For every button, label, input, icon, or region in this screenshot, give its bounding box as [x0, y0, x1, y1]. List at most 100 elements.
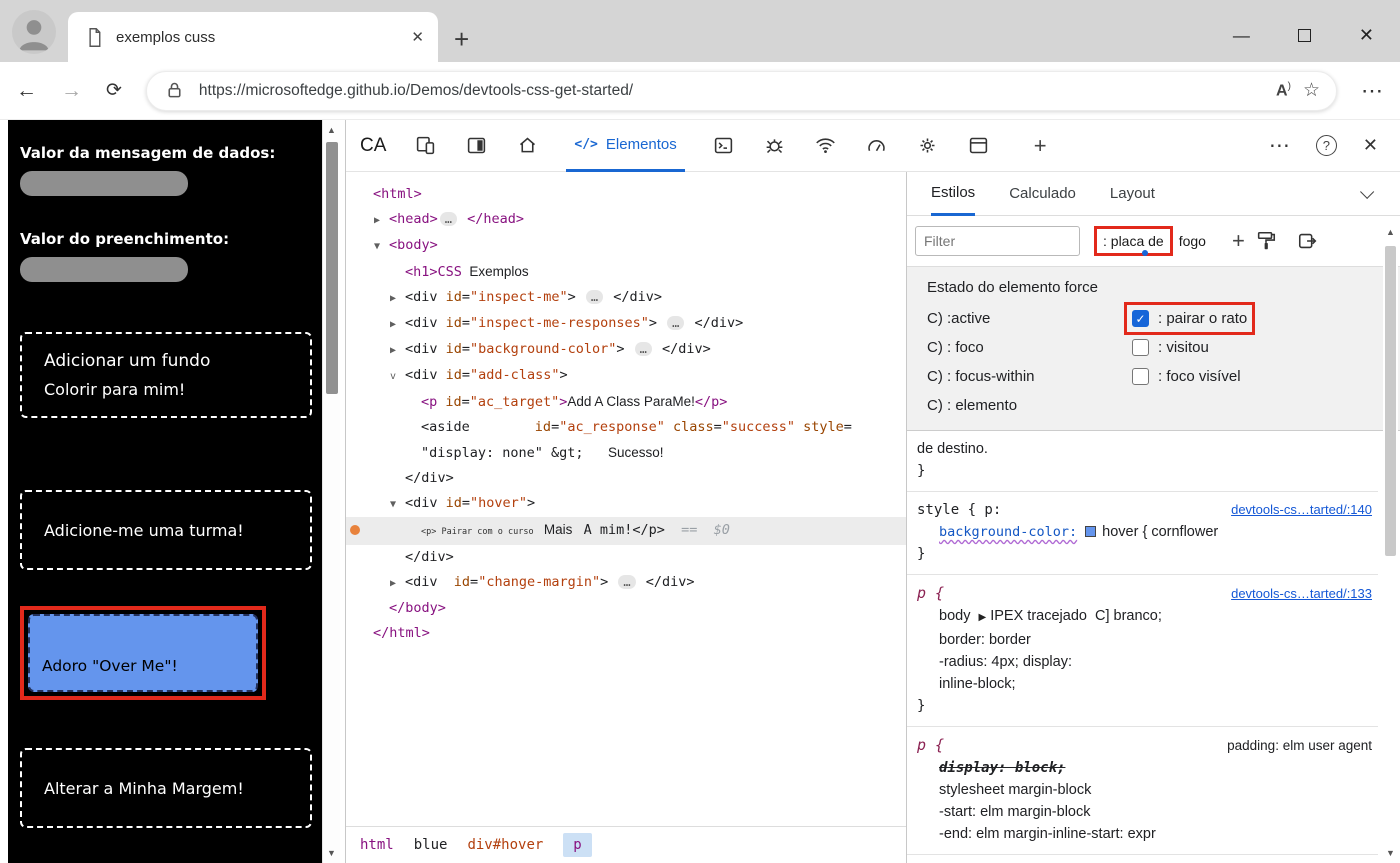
styles-scrollbar[interactable]: ▲ ▼ — [1383, 222, 1398, 863]
network-wifi-icon[interactable] — [814, 134, 838, 158]
dom-tree-node[interactable]: <aside id="ac_response" class="success" … — [346, 415, 906, 440]
padding-value-input[interactable] — [20, 257, 188, 282]
new-tab-button[interactable]: + — [454, 26, 469, 52]
breadcrumb-html[interactable]: html — [360, 837, 394, 853]
dom-tree-node[interactable]: <h1>CSS Exemplos — [346, 259, 906, 285]
read-aloud-icon[interactable]: A) — [1276, 81, 1291, 100]
expand-arrow-icon[interactable]: ▶ — [390, 338, 405, 363]
tab-estilos[interactable]: Estilos — [931, 172, 976, 216]
rule-property-line[interactable]: -radius: 4px; display: — [907, 651, 1378, 673]
favorite-star-icon[interactable]: ☆ — [1303, 79, 1320, 102]
dock-side-icon[interactable] — [464, 134, 488, 158]
rule-property-line[interactable]: } — [907, 543, 1378, 565]
add-class-button[interactable]: Adicione-me uma turma! — [20, 490, 312, 570]
back-icon[interactable]: ← — [16, 79, 37, 103]
dom-tree-node[interactable]: </div> — [346, 545, 906, 570]
rule-property-line[interactable]: inline-block; — [907, 673, 1378, 695]
dom-tree-node[interactable]: <p id="ac_target">Add A Class ParaMe!</p… — [346, 389, 906, 415]
address-bar[interactable]: https://microsoftedge.github.io/Demos/de… — [145, 70, 1337, 111]
devtools-help-icon[interactable]: ? — [1315, 135, 1337, 156]
browser-menu-icon[interactable]: ⋯ — [1361, 78, 1384, 104]
expand-arrow-icon[interactable]: ▶ — [374, 208, 389, 233]
scroll-up-icon[interactable]: ▲ — [327, 120, 336, 140]
open-external-icon[interactable] — [1297, 230, 1319, 252]
tab-layout[interactable]: Layout — [1110, 172, 1155, 216]
profile-avatar[interactable] — [12, 10, 56, 54]
debugger-bug-icon[interactable] — [763, 134, 787, 158]
minimize-icon[interactable]: — — [1233, 26, 1250, 46]
scrollbar-thumb[interactable] — [325, 142, 338, 394]
maximize-icon[interactable] — [1297, 29, 1311, 42]
url-text[interactable]: https://microsoftedge.github.io/Demos/de… — [199, 82, 1264, 100]
change-margin-button[interactable]: Alterar a Minha Margem! — [20, 748, 312, 828]
devtools-more-icon[interactable]: ⋯ — [1269, 133, 1290, 158]
data-message-input[interactable] — [20, 171, 188, 196]
add-background-button[interactable]: Adicionar um fundo Colorir para mim! — [20, 332, 312, 418]
expand-arrow-icon[interactable]: ▶ — [390, 312, 405, 337]
dom-tree-node[interactable]: </html> — [346, 621, 906, 646]
rule-property-line[interactable]: background-color: hover { cornflower — [907, 521, 1378, 543]
toggle-element-state-button[interactable]: : placa de — [1094, 226, 1173, 256]
new-style-rule-icon[interactable]: + — [1232, 230, 1245, 252]
window-close-icon[interactable]: ✕ — [1359, 25, 1374, 46]
rule-property-line[interactable]: body ▶ IPEX tracejado C] branco; — [907, 605, 1378, 629]
device-emulation-icon[interactable] — [413, 134, 437, 158]
settings-gear-icon[interactable] — [916, 134, 940, 158]
forward-icon[interactable]: → — [61, 79, 82, 103]
chevron-down-icon[interactable] — [1360, 184, 1375, 199]
dom-tree-node[interactable]: "display: none" &gt; Sucesso! — [346, 440, 906, 466]
rule-property-line[interactable]: -start: elm margin-block — [907, 801, 1378, 823]
dom-tree-node[interactable]: ▼ <div id="hover"> — [346, 491, 906, 517]
rule-property-line[interactable]: display: block; — [907, 757, 1378, 779]
force-state-option[interactable]: : foco visível — [1132, 368, 1241, 385]
browser-tab[interactable]: exemplos cuss ✕ — [68, 12, 438, 62]
home-icon[interactable] — [515, 134, 539, 158]
tab-calculado[interactable]: Calculado — [1009, 172, 1076, 216]
force-state-option[interactable]: C) : foco — [927, 339, 1132, 356]
tab-elements[interactable]: </> Elementos — [566, 120, 685, 172]
dom-tree-node[interactable]: ▼ <body> — [346, 233, 906, 259]
force-state-option[interactable]: : visitou — [1132, 339, 1209, 356]
dom-tree-node[interactable]: <html> — [346, 182, 906, 207]
dom-tree-node[interactable]: ▶ <div id="background-color"> … </div> — [346, 337, 906, 363]
scroll-up-icon[interactable]: ▲ — [1386, 222, 1395, 242]
dom-tree-node[interactable]: ▶ <div id="change-margin"> … </div> — [346, 570, 906, 596]
styles-filter-input[interactable] — [915, 226, 1080, 256]
force-state-option[interactable]: C) : focus-within — [927, 368, 1132, 385]
expand-arrow-icon[interactable]: ▼ — [374, 234, 389, 259]
expand-arrow-icon[interactable]: ▼ — [390, 492, 405, 517]
force-state-option[interactable]: C) :active — [927, 310, 1132, 327]
stylesheet-link[interactable]: devtools-cs…tarted/:140 — [1231, 499, 1372, 521]
breadcrumb-div-hover[interactable]: div#hover — [467, 837, 543, 853]
expand-arrow-icon[interactable]: ▶ — [390, 286, 405, 311]
refresh-icon[interactable]: ⟳ — [106, 79, 122, 102]
dom-tree-node[interactable]: ▶ <div id="inspect-me"> … </div> — [346, 285, 906, 311]
rule-property-line[interactable]: -end: elm margin-inline-start: expr — [907, 823, 1378, 845]
expand-arrow-icon[interactable]: ▶ — [390, 571, 405, 596]
checkbox-unchecked[interactable] — [1132, 368, 1149, 385]
checkbox-unchecked[interactable] — [1132, 339, 1149, 356]
page-scrollbar[interactable]: ▲ ▼ — [322, 120, 340, 863]
scrollbar-thumb[interactable] — [1385, 246, 1396, 556]
rule-property-line[interactable]: } — [907, 460, 1378, 482]
tab-close-icon[interactable]: ✕ — [411, 28, 424, 46]
hover-me-button[interactable]: Adoro "Over Me"! — [28, 614, 258, 692]
rule-property-line[interactable]: de destino. — [907, 438, 1378, 460]
dom-tree-node[interactable]: ▶ <head>… </head> — [346, 207, 906, 233]
paint-roller-icon[interactable] — [1255, 230, 1277, 252]
rule-property-line[interactable]: border: border — [907, 629, 1378, 651]
dom-tree-node[interactable]: </div> — [346, 466, 906, 491]
checkbox-checked[interactable]: ✓ — [1132, 310, 1149, 327]
dom-tree-node[interactable]: </body> — [346, 596, 906, 621]
application-window-icon[interactable] — [967, 134, 991, 158]
stylesheet-link[interactable]: devtools-cs…tarted/:133 — [1231, 583, 1372, 605]
breadcrumb-blue[interactable]: blue — [414, 837, 448, 853]
dom-tree-node[interactable]: v <div id="add-class"> — [346, 363, 906, 389]
scroll-down-icon[interactable]: ▼ — [1386, 843, 1395, 863]
add-panel-icon[interactable]: + — [1034, 134, 1047, 157]
inspect-element-icon[interactable]: CA — [360, 135, 386, 157]
devtools-close-icon[interactable]: ✕ — [1363, 135, 1378, 156]
console-icon[interactable] — [712, 134, 736, 158]
scroll-down-icon[interactable]: ▼ — [327, 843, 336, 863]
dom-tree-node[interactable]: <p> Pairar com o curso Mais A mim!</p> =… — [346, 517, 906, 545]
